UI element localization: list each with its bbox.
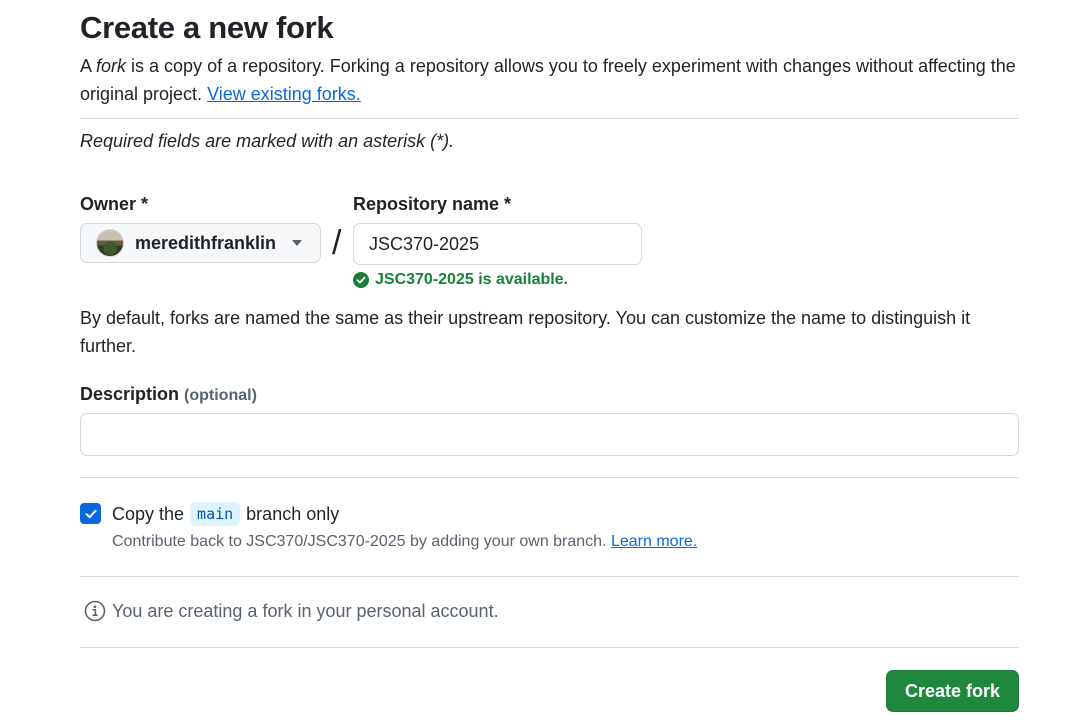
- copy-prefix: Copy the: [112, 503, 185, 524]
- availability-status: JSC370-2025 is available.: [353, 271, 568, 289]
- repo-name-input[interactable]: [353, 223, 642, 265]
- copy-branch-help: Contribute back to JSC370/JSC370-2025 by…: [112, 533, 697, 551]
- avatar: [96, 229, 124, 257]
- info-notice: You are creating a fork in your personal…: [84, 600, 499, 622]
- divider: [80, 647, 1019, 648]
- check-icon: [85, 509, 97, 518]
- branch-name-code: main: [190, 502, 241, 526]
- copy-help-text: Contribute back to JSC370/JSC370-2025 by…: [112, 533, 607, 550]
- description-label: Description: [80, 384, 180, 404]
- copy-branch-label: Copy the main branch only: [112, 502, 339, 526]
- slash-separator: /: [332, 224, 342, 262]
- learn-more-link[interactable]: Learn more.: [611, 533, 697, 550]
- info-text: You are creating a fork in your personal…: [112, 600, 499, 621]
- page-title: Create a new fork: [80, 10, 334, 45]
- intro-part1: A: [80, 56, 97, 76]
- owner-name: meredithfranklin: [135, 232, 277, 253]
- check-circle-icon: [353, 272, 369, 288]
- intro-fork-word: fork: [96, 56, 127, 76]
- divider: [80, 118, 1019, 119]
- required-note: Required fields are marked with an aster…: [80, 131, 455, 151]
- view-existing-forks-link[interactable]: View existing forks.: [207, 84, 361, 104]
- intro-text: A fork is a copy of a repository. Forkin…: [80, 52, 1019, 108]
- description-label-group: Description (optional): [80, 384, 257, 405]
- divider: [80, 576, 1019, 577]
- divider: [80, 477, 1019, 478]
- description-input[interactable]: [80, 413, 1019, 456]
- naming-help-text: By default, forks are named the same as …: [80, 308, 971, 356]
- copy-suffix: branch only: [246, 503, 340, 524]
- info-icon: [84, 600, 106, 622]
- owner-label: Owner *: [80, 194, 149, 214]
- repo-name-label: Repository name *: [353, 194, 512, 214]
- create-fork-button[interactable]: Create fork: [886, 670, 1019, 712]
- availability-text: JSC370-2025 is available.: [375, 271, 569, 288]
- optional-hint: (optional): [184, 387, 257, 404]
- copy-main-branch-checkbox[interactable]: [80, 503, 101, 524]
- owner-select[interactable]: meredithfranklin: [80, 223, 321, 263]
- chevron-down-icon: [292, 240, 303, 246]
